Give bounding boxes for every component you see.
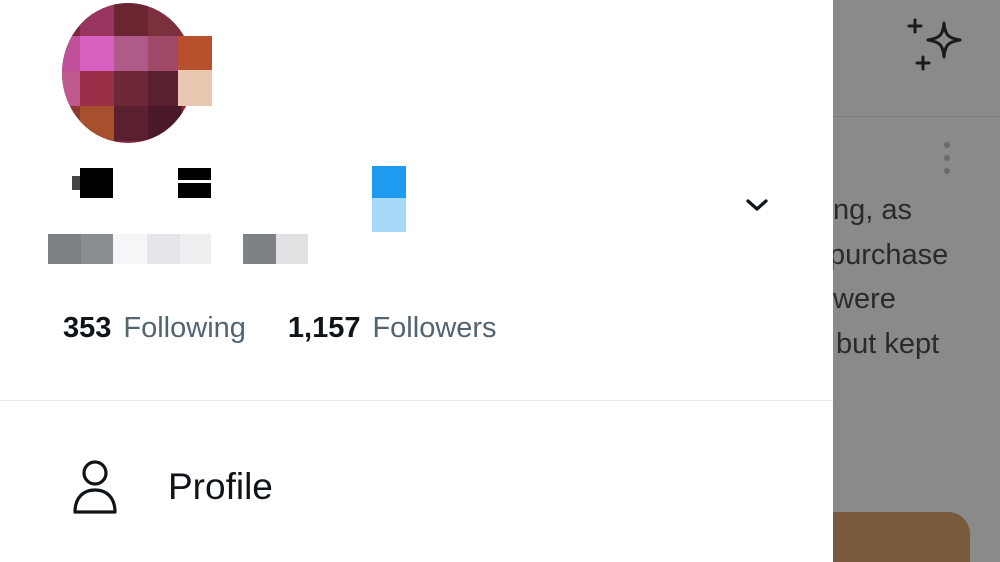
avatar-fragment [178,36,212,72]
chevron-down-icon [746,199,768,211]
avatar-fragment [178,70,212,106]
following-count: 353 [63,311,112,344]
divider [0,400,833,401]
following-label: Following [123,311,246,344]
dimmed-timeline-backdrop[interactable]: ng, as purchase were but kept [833,0,1000,562]
tweet-text-line: but kept [836,327,940,360]
followers-link[interactable]: 1,157 Followers [288,312,497,345]
followers-count: 1,157 [287,311,361,344]
menu-item-profile[interactable]: Profile [0,440,833,536]
navigation-drawer: 353 Following 1,157 Followers Profile [0,0,833,562]
following-link[interactable]: 353 Following [63,312,246,345]
switch-account-button[interactable] [740,190,774,220]
tweet-text-fragment: ng, as purchase were but kept [833,188,1000,366]
sparkle-icon [907,18,962,71]
followers-label: Followers [372,311,497,344]
tweet-media-thumbnail [833,512,970,562]
tweet-text-line: purchase [833,238,949,271]
more-vertical-icon[interactable] [937,142,957,182]
tweet-text-line: were [833,283,896,315]
follow-stats: 353 Following 1,157 Followers [63,308,497,348]
menu-item-label: Profile [168,466,273,507]
avatar[interactable] [62,3,194,143]
divider [833,116,1000,117]
tweet-text-line: ng, as [833,194,912,226]
person-icon [73,460,117,514]
